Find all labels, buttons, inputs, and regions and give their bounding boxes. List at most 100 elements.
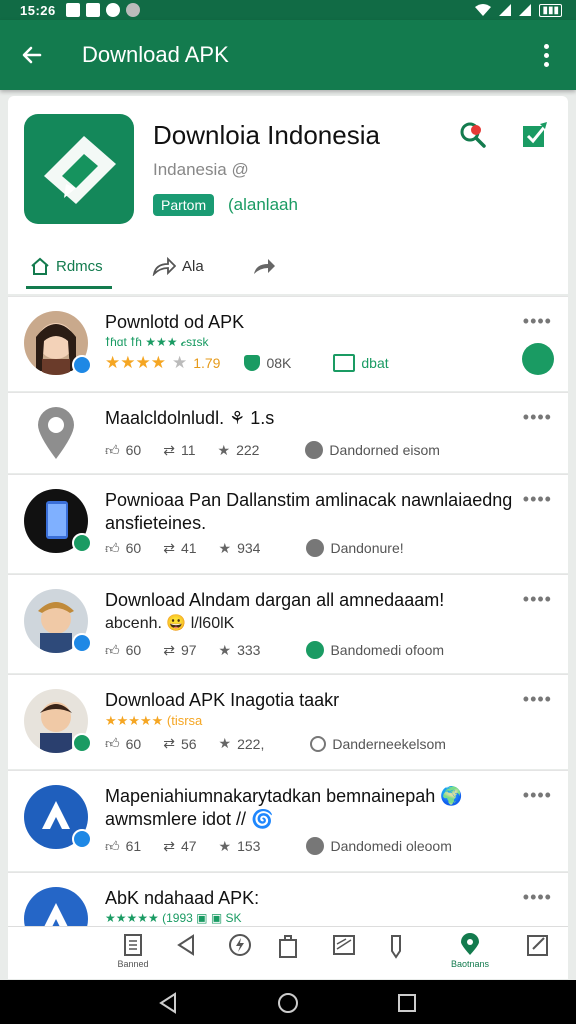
forward-arrow-icon: [254, 259, 275, 274]
star-count: 333: [237, 642, 261, 658]
nav-location[interactable]: Baotnans: [446, 933, 494, 969]
item-title: Maalcldolnludl. ⚘ 1.s: [105, 408, 275, 428]
nav-pen[interactable]: [372, 933, 420, 961]
edit-check-icon[interactable]: [520, 120, 550, 155]
signal-icon-2: [519, 4, 532, 16]
list-item[interactable]: Mapeniahiumnakarytadkan bemnainepah 🌍 aw…: [8, 770, 568, 871]
search-small-icon: [310, 735, 327, 752]
app-logo-icon: [24, 114, 134, 224]
app-bar: Download APK: [0, 20, 576, 90]
pen-icon: [391, 935, 401, 959]
item-meta: 👍︎ 60 ⇄ 11 ★ 222 Dandorned eisom: [105, 441, 440, 459]
back-arrow-icon[interactable]: [16, 39, 48, 71]
star-count: 153: [237, 838, 261, 854]
nav-bag[interactable]: [264, 933, 312, 961]
item-meta: 👍︎ 60 ⇄ 97 ★ 333 Bandomedi ofoom: [105, 641, 444, 659]
tab-share[interactable]: Ala: [152, 246, 204, 286]
edit-icon: [527, 935, 548, 956]
share-arrow-icon: [152, 256, 176, 276]
status-text: Dandonure!: [330, 540, 404, 556]
tab-reviews-label: Rdmcs: [56, 257, 103, 275]
tab-share-label: Ala: [182, 257, 204, 275]
status-text: Dandorned eisom: [329, 442, 440, 458]
verified-badge-icon: [72, 533, 92, 553]
triangle-back-icon: [177, 934, 194, 956]
list-item[interactable]: Maalcldolnludl. ⚘ 1.s 👍︎ 60 ⇄ 11 ★ 222 Dand…: [8, 392, 568, 473]
repost-icon: ⇄: [163, 539, 175, 556]
more-options-icon[interactable]: ••••: [523, 785, 552, 806]
avatar: [24, 887, 88, 927]
refresh-icon[interactable]: [522, 343, 554, 375]
status-time: 15:26: [20, 2, 56, 18]
list-item[interactable]: AbK ndahaad APK: ★★★★★ (1993 ▣ ▣ SK ••••: [8, 872, 568, 927]
notification-icons: [65, 3, 140, 17]
repost-count: 41: [180, 540, 197, 556]
list-item[interactable]: Download Alndam dargan all amnedaaam! ab…: [8, 574, 568, 673]
signal-icon: [499, 4, 512, 16]
notification-dot-icon: [105, 3, 120, 17]
location-icon: [461, 933, 479, 955]
like-count: 60: [125, 540, 142, 556]
system-back-icon[interactable]: [158, 992, 178, 1014]
more-options-icon[interactable]: ••••: [523, 689, 552, 710]
document-icon: [124, 934, 142, 956]
category-link[interactable]: (alanlaah: [228, 195, 298, 215]
nav-news[interactable]: Banned: [109, 933, 157, 969]
more-options-icon[interactable]: ••••: [523, 887, 552, 908]
home-icon: [31, 257, 49, 275]
item-title: Pownioaa Pan Dallanstim amlinacak nawnla…: [105, 490, 513, 533]
like-icon: 👍︎: [105, 441, 120, 458]
rating-value: 1.79: [193, 355, 221, 371]
developer-name[interactable]: Indanesia @: [153, 160, 249, 180]
status-text: Danderneekelsom: [332, 735, 446, 752]
item-subtitle: ★★★★★ (1993 ▣ ▣ SK: [105, 911, 242, 925]
tab-reviews[interactable]: Rdmcs: [30, 246, 103, 286]
nav-notes[interactable]: [320, 933, 368, 959]
verified-badge-icon: [72, 355, 92, 375]
repost-icon: ⇄: [163, 441, 175, 458]
item-meta: 👍︎ 61 ⇄ 47 ★ 153 Dandomedi oleoom: [105, 837, 452, 855]
category-badge[interactable]: Partom: [153, 194, 215, 216]
search-icon[interactable]: [458, 120, 488, 155]
like-icon: 👍︎: [105, 735, 120, 751]
nav-flash[interactable]: [216, 933, 264, 959]
wifi-icon: [475, 4, 492, 16]
verified-badge-icon: [72, 633, 92, 653]
check-circle-icon: [306, 641, 325, 659]
more-options-icon[interactable]: ••••: [523, 589, 552, 610]
location-pin-icon: [36, 405, 76, 466]
list-item[interactable]: Pownlotd od APK ꝉɦɑt ꝉɦ ★★★ 𝓬sɪsk ★★★★ ★ …: [8, 296, 568, 391]
item-title: Mapeniahiumnakarytadkan bemnainepah 🌍 aw…: [105, 786, 463, 829]
repost-count: 47: [180, 838, 197, 854]
list-item[interactable]: Pownioaa Pan Dallanstim amlinacak nawnla…: [8, 474, 568, 573]
app-header-card: Downloia Indonesia Indanesia @ Partom (a…: [8, 96, 568, 294]
tab-bar: Rdmcs Ala: [8, 246, 568, 290]
status-text: Bandomedi ofoom: [330, 642, 445, 658]
item-meta: 👍︎ 60 ⇄ 41 ★ 934 Dandonure!: [105, 539, 404, 557]
photo-notification-icon: [125, 3, 140, 17]
list-item[interactable]: Download APK Inagotia taakr ★★★★★ (tisrs…: [8, 674, 568, 769]
page-title: Download APK: [82, 42, 229, 67]
nav-back[interactable]: [162, 933, 210, 959]
nav-edit[interactable]: [514, 933, 562, 959]
item-title: Pownlotd od APK: [105, 312, 245, 332]
overflow-menu-icon[interactable]: [534, 43, 558, 67]
repost-icon: ⇄: [163, 735, 175, 751]
check-circle-icon: [306, 837, 325, 855]
like-count: 60: [125, 735, 142, 752]
more-options-icon[interactable]: ••••: [523, 407, 552, 428]
item-subtitle: ★★★★★ (tisrsa: [105, 713, 203, 728]
like-icon: 👍︎: [105, 837, 120, 854]
system-recents-icon[interactable]: [397, 993, 417, 1013]
system-home-icon[interactable]: [277, 992, 299, 1014]
repost-count: 11: [180, 442, 196, 458]
app-name: Downloia Indonesia: [153, 120, 380, 150]
close-notification-icon: [85, 3, 100, 17]
star-icon: ★: [218, 735, 232, 751]
download-count: 08K: [266, 355, 292, 371]
star-icon: ★: [218, 641, 232, 658]
like-count: 60: [125, 442, 142, 458]
more-options-icon[interactable]: ••••: [523, 489, 552, 510]
forward-button[interactable]: [252, 246, 276, 286]
more-options-icon[interactable]: ••••: [523, 311, 552, 332]
